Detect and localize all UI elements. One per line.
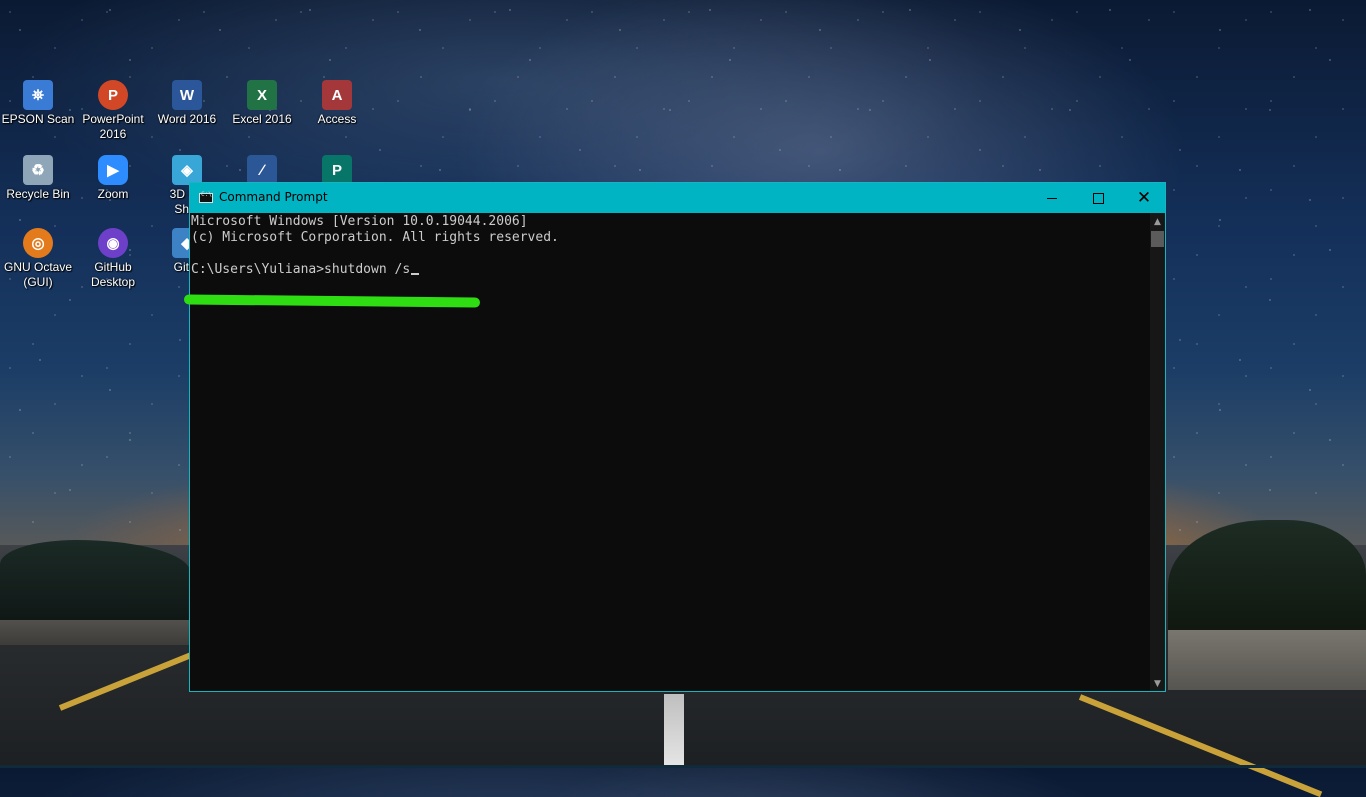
gnu-octave-icon: ◎ <box>23 228 53 258</box>
minimize-button[interactable] <box>1029 183 1075 213</box>
maximize-button[interactable] <box>1075 183 1121 213</box>
epson-scan-icon: ⛯ <box>23 80 53 110</box>
window-titlebar[interactable]: Command Prompt ✕ <box>190 183 1165 213</box>
text-cursor <box>411 273 420 275</box>
word-icon: W <box>172 80 202 110</box>
window-title: Command Prompt <box>219 190 328 204</box>
console-command: C:\Users\Yuliana>shutdown /s <box>191 262 411 277</box>
publisher-icon: P <box>322 155 352 185</box>
desktop-icon-gnu-octave[interactable]: ◎ GNU Octave (GUI) <box>1 228 75 290</box>
visual-studio-icon: ∕ <box>247 155 277 185</box>
scroll-down-arrow-icon[interactable]: ▼ <box>1150 677 1165 691</box>
console-line: Microsoft Windows [Version 10.0.19044.20… <box>191 214 528 229</box>
console-line: (c) Microsoft Corporation. All rights re… <box>191 230 559 245</box>
console-output[interactable]: Microsoft Windows [Version 10.0.19044.20… <box>190 213 1150 691</box>
desktop-icon-excel[interactable]: X Excel 2016 <box>225 80 299 127</box>
minimize-icon <box>1047 197 1057 199</box>
vertical-scrollbar[interactable]: ▲ ▼ <box>1150 213 1165 691</box>
maximize-icon <box>1092 192 1104 204</box>
desktop-icon-github-desktop[interactable]: ◉ GitHub Desktop <box>76 228 150 290</box>
desktop-icon-epson-scan[interactable]: ⛯ EPSON Scan <box>1 80 75 127</box>
road-center-line <box>664 694 684 768</box>
desktop-icon-recycle-bin[interactable]: ♻ Recycle Bin <box>1 155 75 202</box>
recycle-bin-icon: ♻ <box>23 155 53 185</box>
cmd-icon <box>199 191 213 203</box>
close-icon: ✕ <box>1136 187 1152 208</box>
zoom-icon: ▶ <box>98 155 128 185</box>
desktop-icon-powerpoint[interactable]: P PowerPoint 2016 <box>76 80 150 142</box>
powerpoint-icon: P <box>98 80 128 110</box>
desktop-icon-access[interactable]: A Access <box>300 80 374 127</box>
excel-icon: X <box>247 80 277 110</box>
desktop-icon-word[interactable]: W Word 2016 <box>150 80 224 127</box>
scroll-thumb[interactable] <box>1151 231 1164 247</box>
command-prompt-window[interactable]: Command Prompt ✕ Microsoft Windows [Vers… <box>189 182 1166 692</box>
desktop-icon-zoom[interactable]: ▶ Zoom <box>76 155 150 202</box>
console-prompt-line[interactable]: C:\Users\Yuliana>shutdown /s <box>191 262 1150 278</box>
3d-objects-icon: ◈ <box>172 155 202 185</box>
github-desktop-icon: ◉ <box>98 228 128 258</box>
close-button[interactable]: ✕ <box>1121 183 1167 213</box>
access-icon: A <box>322 80 352 110</box>
wallpaper-trees-left <box>0 540 190 620</box>
scroll-up-arrow-icon[interactable]: ▲ <box>1150 215 1165 229</box>
